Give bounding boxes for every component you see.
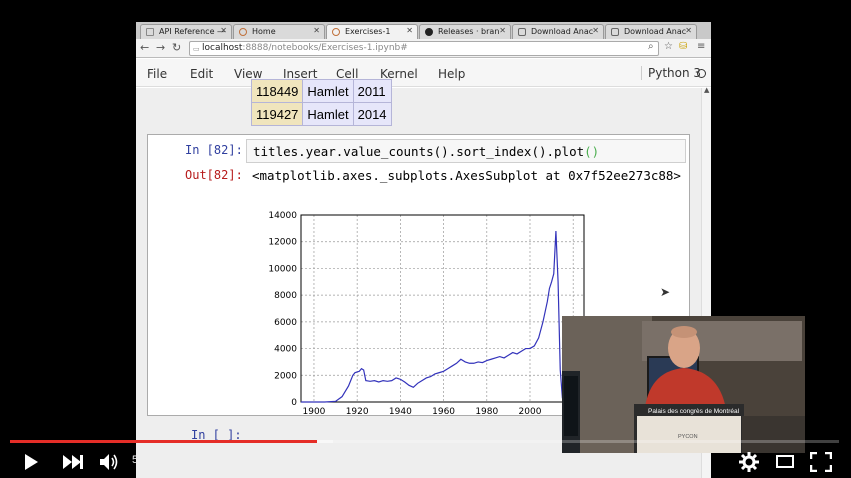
y-tick-label: 8000 bbox=[274, 291, 297, 301]
theater-mode-icon[interactable] bbox=[776, 455, 794, 469]
back-icon[interactable]: ← bbox=[140, 41, 149, 54]
speaker-webcam: Palais des congrès de Montréal PYCON bbox=[562, 316, 805, 453]
browser-tab-api-reference[interactable]: API Reference — ✕ bbox=[140, 24, 232, 39]
cell-year: 2011 bbox=[352, 79, 392, 103]
tab-label: Exercises-1 bbox=[345, 27, 391, 36]
tab-label: API Reference — bbox=[159, 27, 226, 36]
y-tick-label: 4000 bbox=[274, 345, 297, 355]
browser-tab-releases[interactable]: Releases · bran ✕ bbox=[419, 24, 511, 39]
y-tick-label: 6000 bbox=[274, 318, 297, 328]
url-host: localhost bbox=[202, 43, 243, 53]
jupyter-icon bbox=[239, 28, 247, 36]
close-icon[interactable]: ✕ bbox=[685, 26, 692, 35]
input-prompt: In [82]: bbox=[185, 143, 243, 157]
tab-label: Download Anac bbox=[531, 27, 594, 36]
tab-label: Releases · bran bbox=[438, 27, 500, 36]
browser-tab-download-1[interactable]: Download Anac ✕ bbox=[512, 24, 604, 39]
time-total: 2:24:57 bbox=[168, 454, 206, 466]
extension-icon[interactable]: ⛁ bbox=[679, 41, 687, 52]
x-tick-label: 1960 bbox=[432, 407, 455, 417]
kernel-status-icon bbox=[697, 69, 706, 78]
y-tick-label: 0 bbox=[291, 398, 297, 408]
close-icon[interactable]: ✕ bbox=[499, 26, 506, 35]
tab-label: Home bbox=[252, 27, 276, 36]
play-icon[interactable] bbox=[22, 453, 40, 471]
browser-tab-exercises[interactable]: Exercises-1 ✕ bbox=[326, 24, 418, 39]
bookmark-star-icon[interactable]: ☆ bbox=[664, 41, 673, 52]
time-separator: / bbox=[159, 454, 169, 466]
fullscreen-icon[interactable] bbox=[810, 452, 832, 472]
menu-edit[interactable]: Edit bbox=[190, 67, 213, 81]
close-icon[interactable]: ✕ bbox=[406, 26, 413, 35]
y-tick-label: 12000 bbox=[268, 238, 297, 248]
table-row: 119427 Hamlet 2014 bbox=[250, 102, 392, 126]
close-icon[interactable]: ✕ bbox=[220, 26, 227, 35]
mouse-cursor-icon: ➤ bbox=[660, 285, 671, 299]
row-index: 119427 bbox=[250, 102, 304, 126]
next-icon[interactable] bbox=[62, 454, 84, 470]
github-icon bbox=[425, 28, 433, 36]
url-path: :8888/notebooks/Exercises-1.ipynb# bbox=[242, 43, 408, 53]
plot-frame bbox=[300, 214, 585, 403]
menu-help[interactable]: Help bbox=[438, 67, 465, 81]
y-tick-label: 10000 bbox=[268, 264, 297, 274]
menu-icon[interactable]: ≡ bbox=[697, 41, 705, 52]
podium-sign: Palais des congrès de Montréal bbox=[648, 408, 740, 415]
x-tick-label: 1980 bbox=[475, 407, 498, 417]
settings-gear-icon[interactable] bbox=[739, 452, 759, 472]
x-tick-label: 1940 bbox=[389, 407, 412, 417]
x-tick-label: 1900 bbox=[303, 407, 326, 417]
tab-label: Download Anac bbox=[624, 27, 687, 36]
doc-icon bbox=[146, 28, 154, 36]
close-icon[interactable]: ✕ bbox=[313, 26, 320, 35]
progress-bar[interactable] bbox=[10, 440, 839, 443]
code-editor[interactable]: titles.year.value_counts().sort_index().… bbox=[246, 139, 686, 163]
video-player[interactable]: API Reference — ✕ Home ✕ Exercises-1 ✕ R… bbox=[0, 0, 851, 478]
link-icon bbox=[611, 28, 619, 36]
x-tick-label: 1920 bbox=[346, 407, 369, 417]
menu-file[interactable]: File bbox=[147, 67, 167, 81]
reload-icon[interactable]: ↻ bbox=[172, 41, 181, 54]
kernel-name: Python 3 bbox=[641, 66, 701, 80]
row-index: 118449 bbox=[250, 79, 304, 103]
progress-played bbox=[10, 440, 317, 443]
player-controls: 53:43 / 2:24:57 bbox=[0, 446, 851, 478]
jupyter-icon bbox=[332, 28, 340, 36]
time-current: 53:43 bbox=[132, 454, 160, 466]
table-row: 118449 Hamlet 2011 bbox=[250, 79, 392, 103]
tab-bar: API Reference — ✕ Home ✕ Exercises-1 ✕ R… bbox=[136, 22, 711, 39]
code-text: titles.year.value_counts().sort_index().… bbox=[253, 144, 585, 159]
browser-tab-home[interactable]: Home ✕ bbox=[233, 24, 325, 39]
forward-icon[interactable]: → bbox=[156, 41, 165, 54]
zoom-icon[interactable]: ⌕ bbox=[648, 41, 654, 52]
page-icon: ▭ bbox=[193, 45, 200, 53]
line-chart: 1900192019401960198020002020020004000600… bbox=[268, 211, 585, 417]
link-icon bbox=[518, 28, 526, 36]
volume-icon[interactable] bbox=[99, 453, 121, 471]
close-icon[interactable]: ✕ bbox=[592, 26, 599, 35]
browser-tab-download-2[interactable]: Download Anac ✕ bbox=[605, 24, 697, 39]
series-line bbox=[301, 230, 569, 403]
cell-year: 2014 bbox=[352, 102, 392, 126]
jupyter-menubar: File Edit View Insert Cell Kernel Help P… bbox=[136, 59, 711, 87]
output-text: <matplotlib.axes._subplots.AxesSubplot a… bbox=[252, 168, 681, 183]
dataframe-table: 118449 Hamlet 2011 119427 Hamlet 2014 bbox=[250, 79, 392, 126]
cell-title: Hamlet bbox=[302, 79, 354, 103]
x-tick-label: 2000 bbox=[519, 407, 542, 417]
code-parens: () bbox=[584, 144, 600, 159]
scroll-up-icon[interactable]: ▲ bbox=[704, 86, 709, 94]
cell-title: Hamlet bbox=[302, 102, 354, 126]
address-bar-row: ← → ↻ ▭ localhost:8888/notebooks/Exercis… bbox=[136, 39, 711, 58]
y-tick-label: 2000 bbox=[274, 371, 297, 381]
url-input[interactable]: ▭ localhost:8888/notebooks/Exercises-1.i… bbox=[189, 41, 659, 56]
output-prompt: Out[82]: bbox=[185, 168, 243, 182]
time-display: 53:43 / 2:24:57 bbox=[132, 454, 205, 466]
speaker-image: Palais des congrès de Montréal PYCON bbox=[562, 316, 805, 453]
y-tick-label: 14000 bbox=[268, 211, 297, 221]
